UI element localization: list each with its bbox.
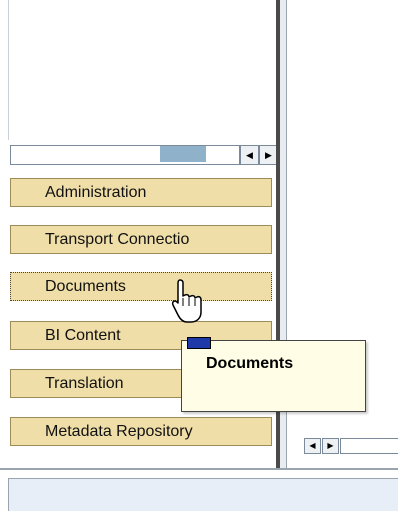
horizontal-scrollbar[interactable]: ◀ ▶ [10, 145, 278, 165]
arrow-right-icon: ▶ [265, 150, 272, 160]
nav-item-label: Translation [45, 375, 124, 392]
bottom-divider [0, 468, 398, 470]
navigation-tree-area[interactable] [8, 0, 275, 140]
nav-item-label: Metadata Repository [45, 423, 193, 440]
scroll-left-button[interactable]: ◀ [240, 145, 259, 165]
content-scrollbar-track[interactable] [340, 438, 398, 454]
content-horizontal-scrollbar[interactable]: ◀ ▶ [286, 438, 398, 454]
nav-item-administration[interactable]: Administration [10, 178, 272, 207]
tooltip: Documents [181, 337, 366, 412]
arrow-left-icon: ◀ [309, 441, 316, 450]
hand-pointer-icon [171, 279, 202, 323]
tooltip-text: Documents [206, 355, 294, 372]
nav-item-metadata-repository[interactable]: Metadata Repository [10, 417, 272, 446]
status-bar [8, 478, 398, 511]
nav-item-label: Transport Connectio [45, 231, 190, 248]
nav-item-label: Administration [45, 184, 147, 201]
arrow-left-icon: ◀ [246, 150, 253, 160]
nav-item-documents[interactable]: Documents [10, 272, 272, 301]
content-scroll-left-button[interactable]: ◀ [304, 438, 321, 454]
arrow-right-icon: ▶ [327, 441, 334, 450]
content-scroll-right-button[interactable]: ▶ [322, 438, 339, 454]
scrollbar-thumb[interactable] [160, 146, 206, 162]
nav-item-transport-connection[interactable]: Transport Connectio [10, 225, 272, 254]
nav-item-label: Documents [45, 278, 126, 295]
nav-item-label: BI Content [45, 327, 121, 344]
tooltip-marker-icon [187, 337, 211, 349]
